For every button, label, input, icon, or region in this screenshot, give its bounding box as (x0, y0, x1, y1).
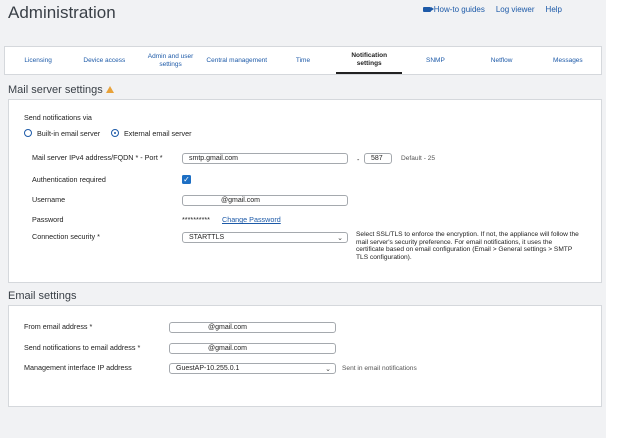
username-label: Username (32, 195, 66, 204)
mgmt-select[interactable]: GuestAP-10.255.0.1 ⌄ (169, 363, 336, 374)
radio-builtin[interactable] (24, 129, 32, 137)
send-via-label: Send notifications via (24, 113, 92, 122)
tab-snmp[interactable]: SNMP (402, 47, 468, 74)
server-label: Mail server IPv4 address/FQDN * - Port * (32, 153, 163, 162)
password-label: Password (32, 215, 64, 224)
mgmt-select-value: GuestAP-10.255.0.1 (176, 365, 240, 372)
to-label: Send notifications to email address * (24, 343, 141, 352)
how-to-guides-link[interactable]: How-to guides (422, 5, 485, 14)
security-select[interactable]: STARTTLS ⌄ (182, 232, 348, 243)
page-title: Administration (8, 3, 116, 22)
tab-notification-settings[interactable]: Notification settings (336, 47, 403, 74)
tab-licensing[interactable]: Licensing (5, 47, 71, 74)
tab-central-management[interactable]: Central management (204, 47, 270, 74)
to-input[interactable]: @gmail.com (169, 343, 336, 354)
username-input[interactable]: @gmail.com (182, 195, 348, 206)
port-input[interactable]: 587 (364, 153, 392, 164)
tab-device-access[interactable]: Device access (71, 47, 137, 74)
header: Administration How-to guides Log viewer … (0, 0, 606, 46)
mgmt-hint: Sent in email notifications (342, 365, 417, 372)
security-note: Select SSL/TLS to enforce the encryption… (356, 231, 579, 261)
email-settings-section-title: Email settings (8, 290, 77, 302)
server-input[interactable]: smtp.gmail.com (182, 153, 348, 164)
mail-server-card: Send notifications via Built-in email se… (8, 99, 602, 283)
how-to-guides-label: How-to guides (433, 5, 485, 14)
mgmt-label: Management interface IP address (24, 363, 132, 372)
mail-server-title-text: Mail server settings (8, 84, 103, 96)
chevron-down-icon: ⌄ (337, 235, 343, 242)
chevron-down-icon: ⌄ (325, 366, 331, 373)
log-viewer-link[interactable]: Log viewer (496, 5, 535, 14)
password-value: ********** (182, 215, 210, 224)
auth-checkbox[interactable]: ✓ (182, 175, 191, 184)
video-icon (422, 7, 434, 12)
tab-netflow[interactable]: Netflow (469, 47, 535, 74)
tab-time[interactable]: Time (270, 47, 336, 74)
tab-bar: Licensing Device access Admin and user s… (4, 46, 602, 75)
from-label: From email address * (24, 322, 93, 331)
security-select-value: STARTTLS (189, 234, 225, 241)
radio-external[interactable] (111, 129, 119, 137)
security-label: Connection security * (32, 232, 100, 241)
tab-admin-user-settings[interactable]: Admin and user settings (137, 47, 203, 74)
email-settings-card: From email address * @gmail.com Send not… (8, 305, 602, 407)
page-background: Administration How-to guides Log viewer … (0, 0, 606, 438)
port-default-hint: Default - 25 (401, 155, 436, 162)
from-input[interactable]: @gmail.com (169, 322, 336, 333)
radio-external-label[interactable]: External email server (124, 129, 192, 138)
change-password-link[interactable]: Change Password (222, 215, 281, 224)
tab-messages[interactable]: Messages (535, 47, 601, 74)
port-separator: - (357, 155, 360, 164)
radio-builtin-label[interactable]: Built-in email server (37, 129, 100, 138)
help-link[interactable]: Help (546, 5, 562, 14)
warning-icon (105, 86, 114, 93)
mail-server-section-title: Mail server settings (8, 84, 114, 96)
top-links: How-to guides Log viewer Help (422, 5, 562, 14)
auth-label: Authentication required (32, 175, 106, 184)
